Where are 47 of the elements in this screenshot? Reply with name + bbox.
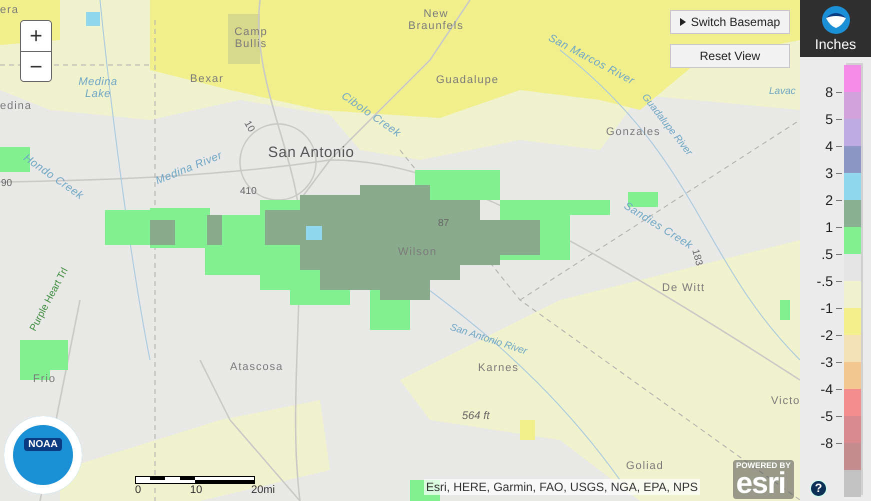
map-label: Guadalupe [436, 74, 499, 86]
map-label: 564 ft [462, 410, 490, 422]
attribution-text: Esri, HERE, Garmin, FAO, USGS, NGA, EPA, NPS [424, 479, 700, 495]
map-label: Frio [33, 373, 56, 385]
legend-label: -.5 [816, 272, 833, 290]
legend-label: 3 [825, 164, 833, 182]
map-label: 10 [240, 119, 257, 135]
map-label: Camp Bullis [233, 26, 269, 50]
legend-label: 1 [825, 218, 833, 236]
switch-basemap-button[interactable]: Switch Basemap [670, 10, 790, 34]
map-label: 183 [689, 248, 704, 268]
map-label: 87 [438, 218, 450, 230]
scale-label: 20mi [251, 484, 275, 496]
legend-label: -5 [820, 407, 833, 425]
legend-label: -8 [820, 434, 833, 452]
legend-label: 4 [825, 137, 833, 155]
triangle-icon [680, 18, 686, 26]
map-label: Victo [771, 395, 800, 407]
reset-view-button[interactable]: Reset View [670, 44, 790, 68]
scale-label: 0 [135, 484, 142, 496]
legend-label: 8 [825, 83, 833, 101]
map-label: New Braunfels [407, 8, 465, 32]
map-label: 410 [240, 186, 257, 198]
map-label: Goliad [626, 460, 664, 472]
map-label: 90 [1, 178, 12, 190]
legend-label: -4 [820, 380, 833, 398]
map-label: San Antonio [268, 144, 354, 161]
legend-label: 2 [825, 191, 833, 209]
legend-label: -1 [820, 299, 833, 317]
legend-unit: Inches [814, 36, 856, 52]
esri-logo: POWERED BY esri [733, 460, 794, 499]
map-label: De Witt [662, 282, 706, 294]
map-label: Atascosa [230, 361, 284, 373]
help-button[interactable]: ? [810, 480, 827, 497]
legend-label: 5 [825, 110, 833, 128]
scale-label: 10 [190, 484, 202, 496]
map-label: edina [0, 100, 32, 112]
legend-label: -3 [820, 353, 833, 371]
map-label: San Antonio River [448, 322, 528, 358]
noaa-emblem-icon [822, 6, 850, 34]
map-label: era [0, 4, 19, 16]
map-label: Lavac [769, 86, 796, 98]
map-label: Bexar [190, 73, 224, 85]
zoom-out-button[interactable]: − [21, 51, 51, 81]
legend-label: -2 [820, 326, 833, 344]
legend-label: .5 [821, 245, 833, 263]
map-label: Karnes [478, 362, 519, 374]
